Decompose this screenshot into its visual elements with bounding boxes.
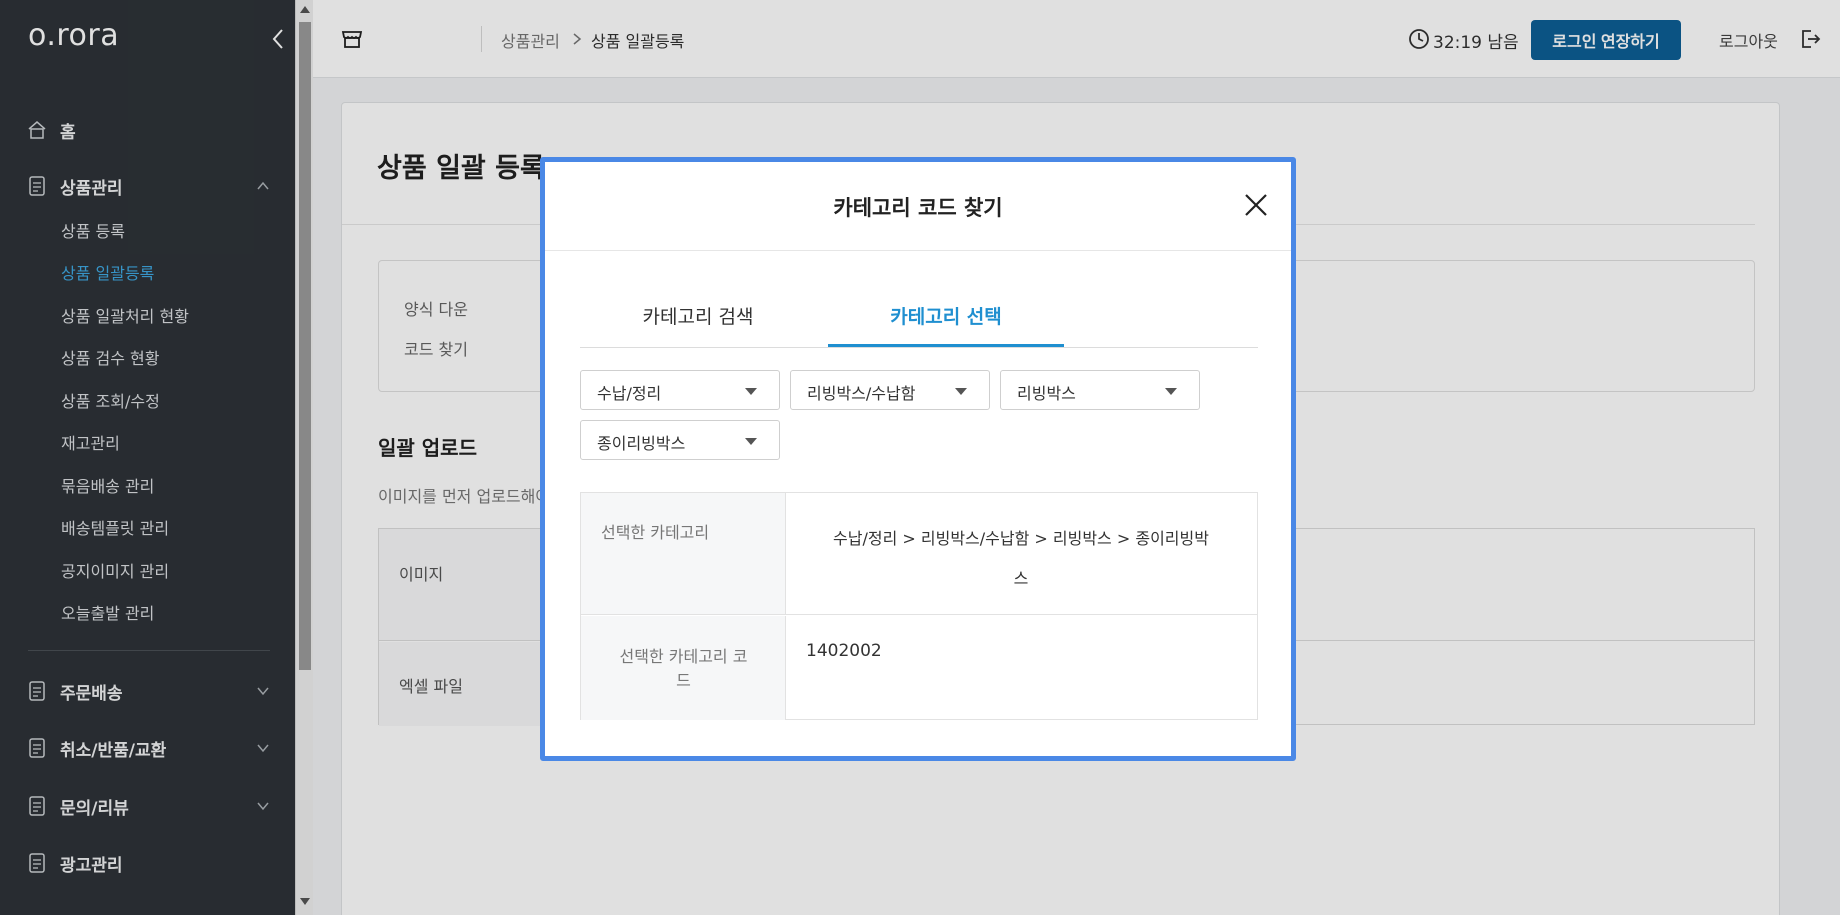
caret-down-icon bbox=[1165, 388, 1177, 395]
caret-down-icon bbox=[745, 438, 757, 445]
selected-category-row: 선택한 카테고리 수납/정리 > 리빙박스/수납함 > 리빙박스 > 종이리빙박… bbox=[581, 493, 1257, 615]
selected-category-label: 선택한 카테고리 bbox=[601, 523, 710, 542]
category-select-level2[interactable]: 리빙박스/수납함 bbox=[790, 370, 990, 410]
caret-down-icon bbox=[745, 388, 757, 395]
selected-code-label: 선택한 카테고리 코 드 bbox=[581, 645, 786, 693]
select-value: 수납/정리 bbox=[597, 384, 662, 403]
selected-code-row: 선택한 카테고리 코 드 1402002 bbox=[581, 616, 1257, 720]
category-code-modal: 카테고리 코드 찾기 카테고리 검색 카테고리 선택 수납/정리 리빙박스/수납… bbox=[540, 157, 1296, 761]
select-value: 종이리빙박스 bbox=[597, 434, 686, 453]
code-label-line-1: 선택한 카테고리 코 bbox=[619, 647, 748, 666]
tab-category-search[interactable]: 카테고리 검색 bbox=[580, 302, 816, 334]
tab-baseline bbox=[580, 347, 1258, 348]
tab-category-select[interactable]: 카테고리 선택 bbox=[828, 302, 1064, 334]
category-select-level4[interactable]: 종이리빙박스 bbox=[580, 420, 780, 460]
category-select-level1[interactable]: 수납/정리 bbox=[580, 370, 780, 410]
category-select-level3[interactable]: 리빙박스 bbox=[1000, 370, 1200, 410]
modal-header-divider bbox=[545, 250, 1291, 251]
code-label-line-2: 드 bbox=[676, 671, 691, 690]
active-tab-indicator bbox=[828, 344, 1064, 347]
select-value: 리빙박스 bbox=[1017, 384, 1076, 403]
modal-title: 카테고리 코드 찾기 bbox=[833, 196, 1003, 220]
row-header bbox=[581, 493, 786, 614]
selected-category-table: 선택한 카테고리 수납/정리 > 리빙박스/수납함 > 리빙박스 > 종이리빙박… bbox=[580, 492, 1258, 720]
path-line-2: 스 bbox=[1013, 569, 1029, 588]
close-icon[interactable] bbox=[1242, 191, 1270, 219]
path-line-1: 수납/정리 > 리빙박스/수납함 > 리빙박스 > 종이리빙박 bbox=[833, 529, 1209, 548]
selected-category-path: 수납/정리 > 리빙박스/수납함 > 리빙박스 > 종이리빙박 스 bbox=[796, 519, 1246, 599]
caret-down-icon bbox=[955, 388, 967, 395]
select-value: 리빙박스/수납함 bbox=[807, 384, 916, 403]
selected-category-code: 1402002 bbox=[806, 641, 882, 661]
